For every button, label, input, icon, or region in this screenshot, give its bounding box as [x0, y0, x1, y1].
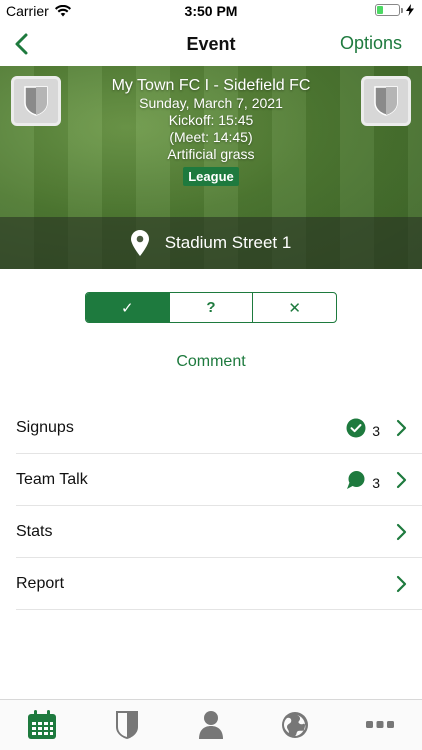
- status-bar: Carrier 3:50 PM: [0, 0, 422, 22]
- away-team-crest[interactable]: [361, 76, 411, 126]
- nav-bar: Event Options: [0, 22, 422, 66]
- back-button[interactable]: [10, 30, 36, 58]
- more-icon: [365, 721, 394, 728]
- tab-calendar[interactable]: [22, 705, 62, 745]
- row-right: 3: [346, 469, 408, 491]
- tab-explore[interactable]: [275, 705, 315, 745]
- location-address: Stadium Street 1: [164, 233, 292, 252]
- chevron-right-icon: [396, 471, 407, 488]
- status-time: 3:50 PM: [184, 3, 238, 19]
- options-button[interactable]: Options: [340, 33, 402, 54]
- battery-icon: [375, 4, 400, 16]
- pitch-surface: Artificial grass: [167, 146, 255, 162]
- tab-profile[interactable]: [191, 705, 231, 745]
- signups-row[interactable]: Signups 3: [16, 402, 422, 454]
- shield-icon: [24, 86, 48, 116]
- battery-nub: [401, 7, 403, 13]
- match-title: My Town FC I - Sidefield FC: [111, 77, 311, 94]
- tab-more[interactable]: [360, 705, 400, 745]
- match-info: My Town FC I - Sidefield FC Sunday, Marc…: [70, 76, 352, 186]
- row-right: 3: [346, 417, 408, 439]
- status-right: [375, 4, 414, 16]
- location-pin-icon: [130, 230, 149, 256]
- kickoff-time: Kickoff: 15:45: [168, 112, 254, 128]
- chevron-right-icon: [396, 575, 407, 592]
- globe-icon: [282, 712, 309, 738]
- accept-segment[interactable]: ✓: [86, 293, 170, 322]
- report-row[interactable]: Report: [16, 558, 422, 610]
- row-label: Team Talk: [16, 470, 88, 488]
- team-talk-row[interactable]: Team Talk 3: [16, 454, 422, 506]
- row-label: Signups: [16, 418, 74, 436]
- home-team-crest[interactable]: [11, 76, 61, 126]
- shield-icon: [115, 711, 138, 739]
- chat-bubble-icon: [347, 470, 365, 489]
- row-label: Stats: [16, 522, 53, 540]
- location-bar[interactable]: Stadium Street 1: [0, 217, 422, 269]
- response-selector: ✓ ? ✕: [85, 292, 337, 323]
- decline-segment[interactable]: ✕: [253, 293, 336, 322]
- person-icon: [198, 711, 223, 739]
- event-menu-list: Signups 3 Team Talk 3 Stats Report: [16, 402, 422, 610]
- battery-level: [377, 6, 383, 14]
- row-right: [394, 522, 408, 542]
- stats-row[interactable]: Stats: [16, 506, 422, 558]
- check-circle-icon: [346, 418, 366, 437]
- calendar-icon: [28, 710, 57, 739]
- tab-bar: [0, 699, 422, 750]
- message-count: 3: [372, 474, 380, 491]
- tab-teams[interactable]: [107, 705, 147, 745]
- competition-badge: League: [183, 167, 239, 186]
- comment-button[interactable]: Comment: [0, 353, 422, 371]
- signup-count: 3: [372, 422, 380, 439]
- chevron-right-icon: [396, 523, 407, 540]
- meet-time: (Meet: 14:45): [169, 129, 253, 145]
- chevron-right-icon: [396, 419, 407, 436]
- chevron-left-icon: [15, 33, 28, 55]
- shield-icon: [374, 86, 398, 116]
- row-label: Report: [16, 574, 65, 592]
- maybe-segment[interactable]: ?: [170, 293, 254, 322]
- event-hero: My Town FC I - Sidefield FC Sunday, Marc…: [0, 66, 422, 269]
- match-date: Sunday, March 7, 2021: [139, 95, 283, 111]
- charging-bolt-icon: [406, 4, 414, 16]
- row-right: [394, 574, 408, 594]
